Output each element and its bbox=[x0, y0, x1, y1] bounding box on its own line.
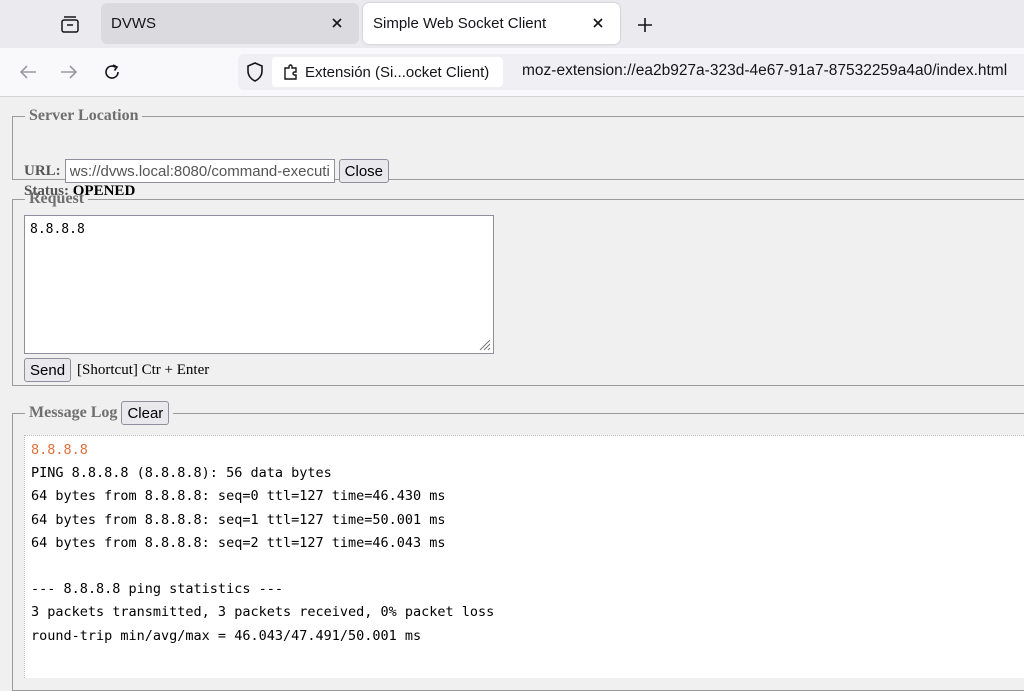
log-line-received bbox=[25, 555, 1024, 578]
extension-identity-box[interactable]: Extensión (Si...ocket Client) bbox=[272, 57, 504, 87]
log-line-received: 64 bytes from 8.8.8.8: seq=0 ttl=127 tim… bbox=[31, 488, 446, 505]
tab-bar: DVWS Simple Web Socket Client bbox=[0, 0, 1024, 48]
log-line-sent: 8.8.8.8 bbox=[31, 442, 88, 458]
forward-button[interactable] bbox=[55, 58, 83, 86]
message-log-legend: Message Log Clear bbox=[25, 401, 173, 425]
reload-button[interactable] bbox=[98, 58, 126, 86]
request-textarea[interactable]: 8.8.8.8 bbox=[24, 215, 494, 354]
message-log-title: Message Log bbox=[29, 404, 118, 421]
tab-overview-icon bbox=[61, 16, 79, 33]
extension-puzzle-icon bbox=[284, 64, 297, 80]
send-row: Send [Shortcut] Ctr + Enter bbox=[24, 358, 209, 382]
forward-arrow-icon bbox=[61, 65, 78, 79]
new-tab-button[interactable] bbox=[632, 12, 658, 38]
tracking-protection-shield-icon[interactable] bbox=[244, 61, 266, 83]
close-tab-button[interactable] bbox=[588, 13, 608, 33]
tab-overview-button[interactable] bbox=[55, 10, 85, 38]
close-connection-button[interactable]: Close bbox=[338, 159, 390, 183]
navigation-toolbar: Extensión (Si...ocket Client) moz-extens… bbox=[0, 48, 1024, 97]
log-line-received: 3 packets transmitted, 3 packets receive… bbox=[31, 604, 495, 621]
tab-title: DVWS bbox=[111, 15, 156, 32]
resize-grip-icon[interactable] bbox=[477, 337, 491, 351]
request-legend: Request bbox=[29, 190, 85, 207]
server-url-input[interactable] bbox=[64, 159, 335, 183]
request-text: 8.8.8.8 bbox=[30, 222, 85, 237]
clear-log-button[interactable]: Clear bbox=[121, 401, 170, 425]
server-location-section: Server Location URL: Close Status: OPENE… bbox=[12, 107, 1024, 199]
extension-identity-label: Extensión (Si...ocket Client) bbox=[305, 63, 490, 81]
close-icon bbox=[593, 18, 603, 28]
reload-icon bbox=[105, 64, 119, 79]
tab-dvws[interactable]: DVWS bbox=[101, 3, 359, 44]
url-row: URL: Close bbox=[24, 159, 390, 183]
server-location-legend: Server Location bbox=[29, 107, 139, 124]
tab-title: Simple Web Socket Client bbox=[373, 15, 547, 32]
back-button[interactable] bbox=[14, 58, 42, 86]
page-content: Server Location URL: Close Status: OPENE… bbox=[0, 97, 1024, 691]
log-line-received: PING 8.8.8.8 (8.8.8.8): 56 data bytes bbox=[31, 465, 332, 482]
log-line-received: 64 bytes from 8.8.8.8: seq=2 ttl=127 tim… bbox=[31, 534, 446, 551]
close-tab-button[interactable] bbox=[327, 13, 347, 33]
log-line-received: round-trip min/avg/max = 46.043/47.491/5… bbox=[31, 627, 422, 644]
shortcut-hint: [Shortcut] Ctr + Enter bbox=[77, 361, 210, 378]
log-line-received: 64 bytes from 8.8.8.8: seq=1 ttl=127 tim… bbox=[31, 511, 446, 528]
back-arrow-icon bbox=[19, 65, 36, 79]
message-log-output: 8.8.8.8 PING 8.8.8.8 (8.8.8.8): 56 data b… bbox=[24, 435, 1024, 678]
url-text[interactable]: moz-extension://ea2b927a-323d-4e67-91a7-… bbox=[522, 62, 1007, 80]
address-bar[interactable]: Extensión (Si...ocket Client) moz-extens… bbox=[238, 54, 1024, 90]
plus-icon bbox=[638, 18, 652, 32]
close-icon bbox=[332, 18, 342, 28]
send-button[interactable]: Send bbox=[24, 358, 72, 382]
url-label: URL: bbox=[24, 162, 61, 179]
log-line-received: --- 8.8.8.8 ping statistics --- bbox=[31, 581, 283, 598]
tab-simple-web-socket-client[interactable]: Simple Web Socket Client bbox=[363, 3, 620, 44]
